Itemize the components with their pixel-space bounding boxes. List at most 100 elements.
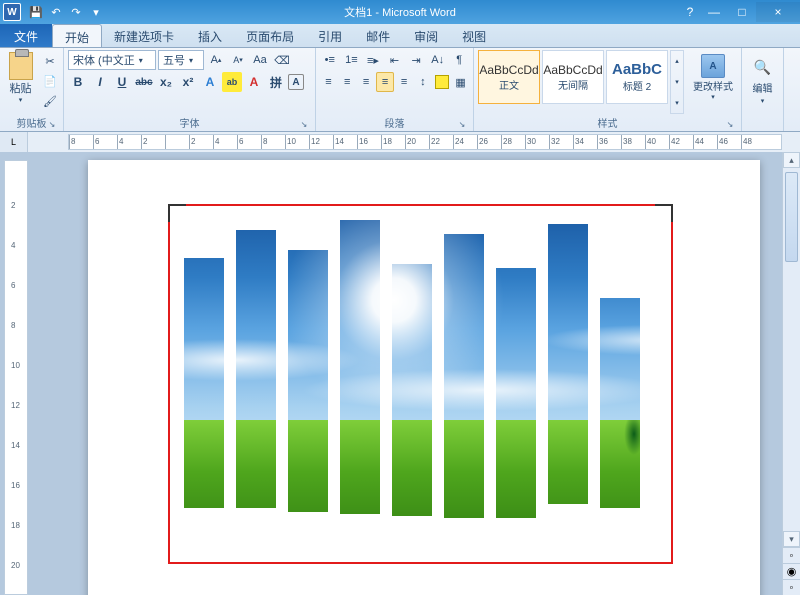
image-strip: [288, 250, 328, 512]
scroll-up-button[interactable]: ▴: [783, 152, 800, 168]
superscript-button[interactable]: x²: [178, 72, 198, 92]
group-editing: 🔍 编辑 ▾: [742, 48, 784, 131]
tab-home[interactable]: 开始: [52, 24, 102, 47]
cut-button[interactable]: ✂: [41, 52, 59, 70]
clear-format-button[interactable]: ⌫: [272, 50, 292, 70]
next-page-button[interactable]: ◦: [783, 579, 800, 595]
paste-icon: [9, 52, 33, 80]
borders-button[interactable]: ▦: [452, 72, 469, 92]
align-distribute-button[interactable]: ≡: [396, 72, 413, 92]
font-launcher[interactable]: ↘: [299, 120, 309, 130]
tab-review[interactable]: 审阅: [402, 24, 450, 47]
chevron-down-icon: ▾: [189, 56, 193, 65]
title-bar: W 💾 ↶ ↷ ▾ 文档1 - Microsoft Word ? — □ ×: [0, 0, 800, 24]
group-font: 宋体 (中文正▾ 五号▾ A▴ A▾ Aa ⌫ B I U abc x₂ x² …: [64, 48, 316, 131]
horizontal-ruler[interactable]: 8642246810121416182022242628303234363840…: [68, 134, 782, 150]
change-case-button[interactable]: Aa: [250, 50, 270, 70]
undo-button[interactable]: ↶: [48, 4, 64, 20]
style-preview: AaBbC: [612, 61, 662, 78]
line-spacing-button[interactable]: ↕: [414, 72, 431, 92]
styles-more-button[interactable]: ▴ ▾ ▾: [670, 50, 684, 114]
redo-button[interactable]: ↷: [68, 4, 84, 20]
close-button[interactable]: ×: [756, 2, 800, 22]
style-normal[interactable]: AaBbCcDd 正文: [478, 50, 540, 104]
strike-button[interactable]: abc: [134, 72, 154, 92]
chevron-down-icon: ▾: [761, 97, 765, 105]
change-styles-icon: A: [701, 54, 725, 78]
inserted-picture[interactable]: [184, 220, 658, 550]
ribbon-help-button[interactable]: ?: [680, 2, 700, 22]
tab-selector[interactable]: L: [0, 132, 28, 152]
shading-button[interactable]: [433, 72, 450, 92]
scroll-thumb[interactable]: [785, 172, 798, 262]
style-preview: AaBbCcDd: [479, 63, 538, 77]
subscript-button[interactable]: x₂: [156, 72, 176, 92]
bold-button[interactable]: B: [68, 72, 88, 92]
format-painter-button[interactable]: 🖌: [41, 92, 59, 110]
scroll-track[interactable]: [783, 168, 800, 531]
document-page[interactable]: [88, 160, 760, 595]
style-name: 标题 2: [623, 78, 651, 93]
window-controls: ? — □ ×: [680, 2, 800, 22]
font-color-button[interactable]: A: [244, 72, 264, 92]
tab-references[interactable]: 引用: [306, 24, 354, 47]
image-strip: [184, 258, 224, 508]
numbering-button[interactable]: 1≡: [342, 50, 362, 70]
font-size-value: 五号: [163, 52, 185, 68]
font-family-combo[interactable]: 宋体 (中文正▾: [68, 50, 156, 70]
font-size-combo[interactable]: 五号 ▾: [158, 50, 204, 70]
clipboard-launcher[interactable]: ↘: [47, 120, 57, 130]
phonetic-button[interactable]: 拼: [266, 72, 286, 92]
minimize-button[interactable]: —: [700, 2, 728, 22]
group-clipboard: 粘贴 ▾ ✂ 📄 🖌 剪贴板 ↘: [0, 48, 64, 131]
align-center-button[interactable]: ≡: [339, 72, 356, 92]
tab-view[interactable]: 视图: [450, 24, 498, 47]
copy-button[interactable]: 📄: [41, 72, 59, 90]
maximize-button[interactable]: □: [728, 2, 756, 22]
highlight-button[interactable]: ab: [222, 72, 242, 92]
expand-icon: ▾: [671, 99, 683, 107]
tab-layout[interactable]: 页面布局: [234, 24, 306, 47]
text-effects-button[interactable]: A: [200, 72, 220, 92]
browse-object-button[interactable]: ◉: [783, 563, 800, 579]
style-no-spacing[interactable]: AaBbCcDd 无间隔: [542, 50, 604, 104]
vertical-ruler[interactable]: 2468101214161820: [4, 160, 28, 595]
style-heading2[interactable]: AaBbC 标题 2: [606, 50, 668, 104]
bullets-button[interactable]: •≡: [320, 50, 340, 70]
group-label-styles: 样式 ↘: [478, 114, 737, 131]
char-border-button[interactable]: A: [288, 74, 304, 90]
image-strip: [600, 298, 640, 508]
qat-more-button[interactable]: ▾: [88, 4, 104, 20]
style-preview: AaBbCcDd: [543, 63, 602, 77]
styles-launcher[interactable]: ↘: [725, 120, 735, 130]
paste-button[interactable]: 粘贴 ▾: [4, 50, 37, 114]
sort-button[interactable]: A↓: [428, 50, 448, 70]
group-label-clipboard: 剪贴板 ↘: [4, 114, 59, 131]
underline-button[interactable]: U: [112, 72, 132, 92]
increase-indent-button[interactable]: ⇥: [406, 50, 426, 70]
shrink-font-button[interactable]: A▾: [228, 50, 248, 70]
file-tab[interactable]: 文件: [0, 24, 52, 47]
scroll-down-button[interactable]: ▾: [783, 531, 800, 547]
align-right-button[interactable]: ≡: [358, 72, 375, 92]
prev-page-button[interactable]: ◦: [783, 547, 800, 563]
tab-insert[interactable]: 插入: [186, 24, 234, 47]
word-logo-icon: W: [3, 3, 21, 21]
multilevel-button[interactable]: ≡▸: [363, 50, 383, 70]
editing-menu-button[interactable]: 🔍 编辑 ▾: [746, 50, 779, 129]
find-icon: 🔍: [752, 56, 774, 78]
tab-new[interactable]: 新建选项卡: [102, 24, 186, 47]
save-button[interactable]: 💾: [28, 4, 44, 20]
group-styles: AaBbCcDd 正文 AaBbCcDd 无间隔 AaBbC 标题 2 ▴ ▾ …: [474, 48, 742, 131]
italic-button[interactable]: I: [90, 72, 110, 92]
align-left-button[interactable]: ≡: [320, 72, 337, 92]
paragraph-launcher[interactable]: ↘: [457, 120, 467, 130]
change-styles-button[interactable]: A 更改样式 ▾: [690, 50, 736, 114]
grow-font-button[interactable]: A▴: [206, 50, 226, 70]
decrease-indent-button[interactable]: ⇤: [385, 50, 405, 70]
tab-mailings[interactable]: 邮件: [354, 24, 402, 47]
group-paragraph: •≡ 1≡ ≡▸ ⇤ ⇥ A↓ ¶ ≡ ≡ ≡ ≡ ≡ ↕ ▦ 段落 ↘: [316, 48, 474, 131]
image-strip: [496, 268, 536, 518]
align-justify-button[interactable]: ≡: [376, 72, 393, 92]
show-marks-button[interactable]: ¶: [449, 50, 469, 70]
